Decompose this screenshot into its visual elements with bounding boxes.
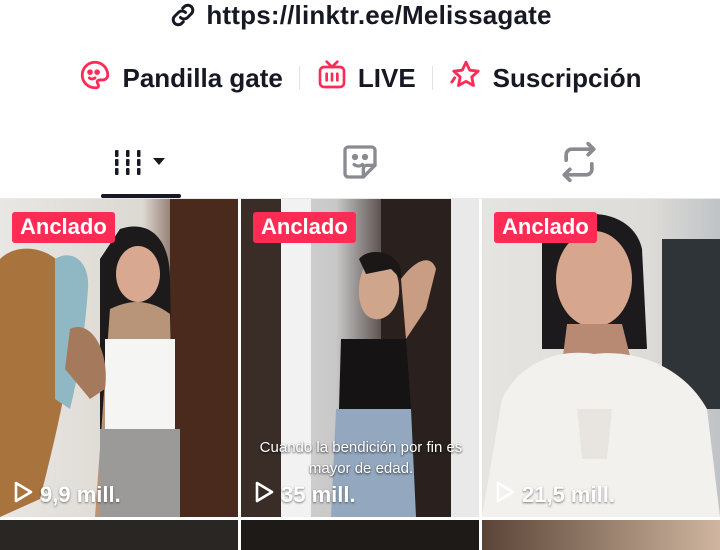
emoji-face-icon — [78, 58, 112, 99]
video-thumbnail[interactable]: Anclado 9,9 mill. — [0, 199, 238, 517]
profile-link[interactable]: https://linktr.ee/Melissagate — [0, 0, 720, 30]
video-preview-image — [482, 213, 720, 517]
star-icon — [449, 58, 483, 99]
pinned-badge: Anclado — [12, 212, 115, 243]
chip-suscripcion[interactable]: Suscripción — [433, 58, 658, 99]
reposts-tab[interactable] — [459, 130, 699, 198]
profile-chips: Pandilla gate LIVE Suscripción — [0, 55, 720, 101]
video-caption: Cuando la bendición por fin es mayor de … — [259, 439, 463, 477]
video-thumbnail[interactable]: Cuando la bendición por fin es mayor de … — [241, 199, 479, 517]
chip-label: LIVE — [357, 62, 416, 93]
video-thumbnail[interactable]: Anclado 21,5 mill. — [482, 199, 720, 517]
chevron-down-icon — [153, 157, 165, 165]
live-tv-icon — [316, 59, 348, 98]
view-count-text: 21,5 mill. — [522, 482, 615, 507]
pinned-badge: Anclado — [253, 212, 356, 243]
sticker-icon — [340, 142, 380, 187]
grid-bars-icon — [111, 142, 171, 187]
profile-link-text[interactable]: https://linktr.ee/Melissagate — [206, 0, 551, 31]
favorites-tab[interactable] — [240, 130, 480, 198]
video-preview-image — [0, 199, 238, 517]
link-icon — [168, 0, 198, 30]
active-tab-indicator — [101, 194, 181, 198]
chip-pandilla-gate[interactable]: Pandilla gate — [62, 58, 298, 99]
video-thumbnail[interactable] — [241, 520, 479, 550]
video-grid: Anclado 9,9 mill. Cuando la bendición po… — [0, 199, 720, 550]
play-icon — [494, 480, 516, 510]
chip-label: Pandilla gate — [122, 62, 283, 93]
chip-live[interactable]: LIVE — [300, 59, 432, 98]
play-icon — [12, 480, 34, 510]
pinned-badge: Anclado — [494, 212, 597, 243]
play-icon — [253, 480, 275, 510]
video-thumbnail[interactable] — [0, 520, 238, 550]
view-count: 9,9 mill. — [12, 480, 121, 510]
repost-icon — [557, 140, 601, 189]
view-count-text: 9,9 mill. — [40, 482, 121, 507]
profile-tabs — [0, 130, 720, 199]
view-count: 21,5 mill. — [494, 480, 615, 510]
chip-label: Suscripción — [492, 62, 642, 93]
videos-tab[interactable] — [21, 130, 261, 198]
view-count-text: 35 mill. — [281, 482, 356, 507]
video-thumbnail[interactable] — [482, 520, 720, 550]
view-count: 35 mill. — [253, 480, 356, 510]
